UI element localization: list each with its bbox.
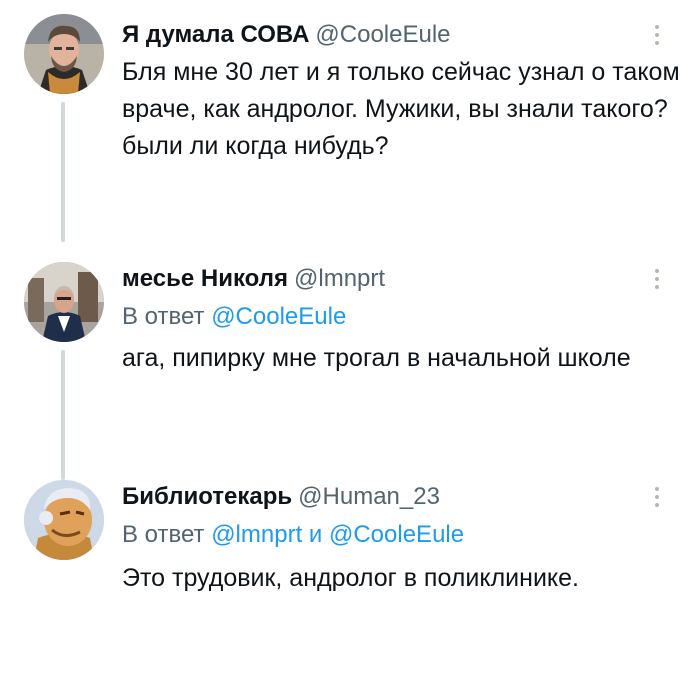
thread-connector — [61, 102, 65, 242]
thread-connector — [61, 350, 65, 480]
reply-context: В ответ @CooleEule — [122, 302, 346, 332]
avatar[interactable] — [24, 480, 104, 560]
avatar[interactable] — [24, 14, 104, 94]
tweet-header: Библиотекарь @Human_23 — [122, 482, 440, 512]
avatar-image — [24, 480, 104, 560]
display-name[interactable]: Я думала СОВА — [122, 21, 309, 48]
tweet-text: ага, пипирку мне трогал в начальной школ… — [122, 344, 631, 372]
tweet-text: Бля мне 30 лет и я только сейчас узнал о… — [122, 58, 680, 160]
tweet-3[interactable]: Библиотекарь @Human_23 В ответ @lmnprt и … — [0, 476, 700, 616]
avatar-image — [24, 262, 104, 342]
more-vertical-icon[interactable] — [651, 264, 663, 294]
more-vertical-icon[interactable] — [651, 20, 663, 50]
tweet-thread: Я думала СОВА @CooleEule Бля мне 30 лет и… — [0, 0, 700, 700]
avatar-image — [24, 14, 104, 94]
display-name[interactable]: месье Николя — [122, 265, 288, 292]
mention-link[interactable]: @CooleEule — [211, 303, 346, 330]
reply-prefix: В ответ — [122, 521, 205, 548]
avatar[interactable] — [24, 262, 104, 342]
tweet-1[interactable]: Я думала СОВА @CooleEule Бля мне 30 лет и… — [0, 14, 700, 242]
display-name[interactable]: Библиотекарь — [122, 483, 292, 510]
reply-prefix: В ответ — [122, 303, 205, 330]
tweet-header: месье Николя @lmnprt — [122, 264, 385, 294]
more-vertical-icon[interactable] — [651, 482, 663, 512]
tweet-header: Я думала СОВА @CooleEule — [122, 20, 451, 50]
tweet-2[interactable]: месье Николя @lmnprt В ответ @CooleEule а… — [0, 258, 700, 480]
mention-link[interactable]: @CooleEule — [329, 521, 464, 548]
reply-conjunction: и — [308, 521, 323, 548]
user-handle[interactable]: @CooleEule — [315, 21, 450, 48]
mention-link[interactable]: @lmnprt — [211, 521, 302, 548]
user-handle[interactable]: @Human_23 — [298, 483, 440, 510]
reply-context: В ответ @lmnprt и @CooleEule — [122, 520, 464, 550]
user-handle[interactable]: @lmnprt — [294, 265, 385, 292]
tweet-text: Это трудовик, андролог в поликлинике. — [122, 564, 579, 592]
